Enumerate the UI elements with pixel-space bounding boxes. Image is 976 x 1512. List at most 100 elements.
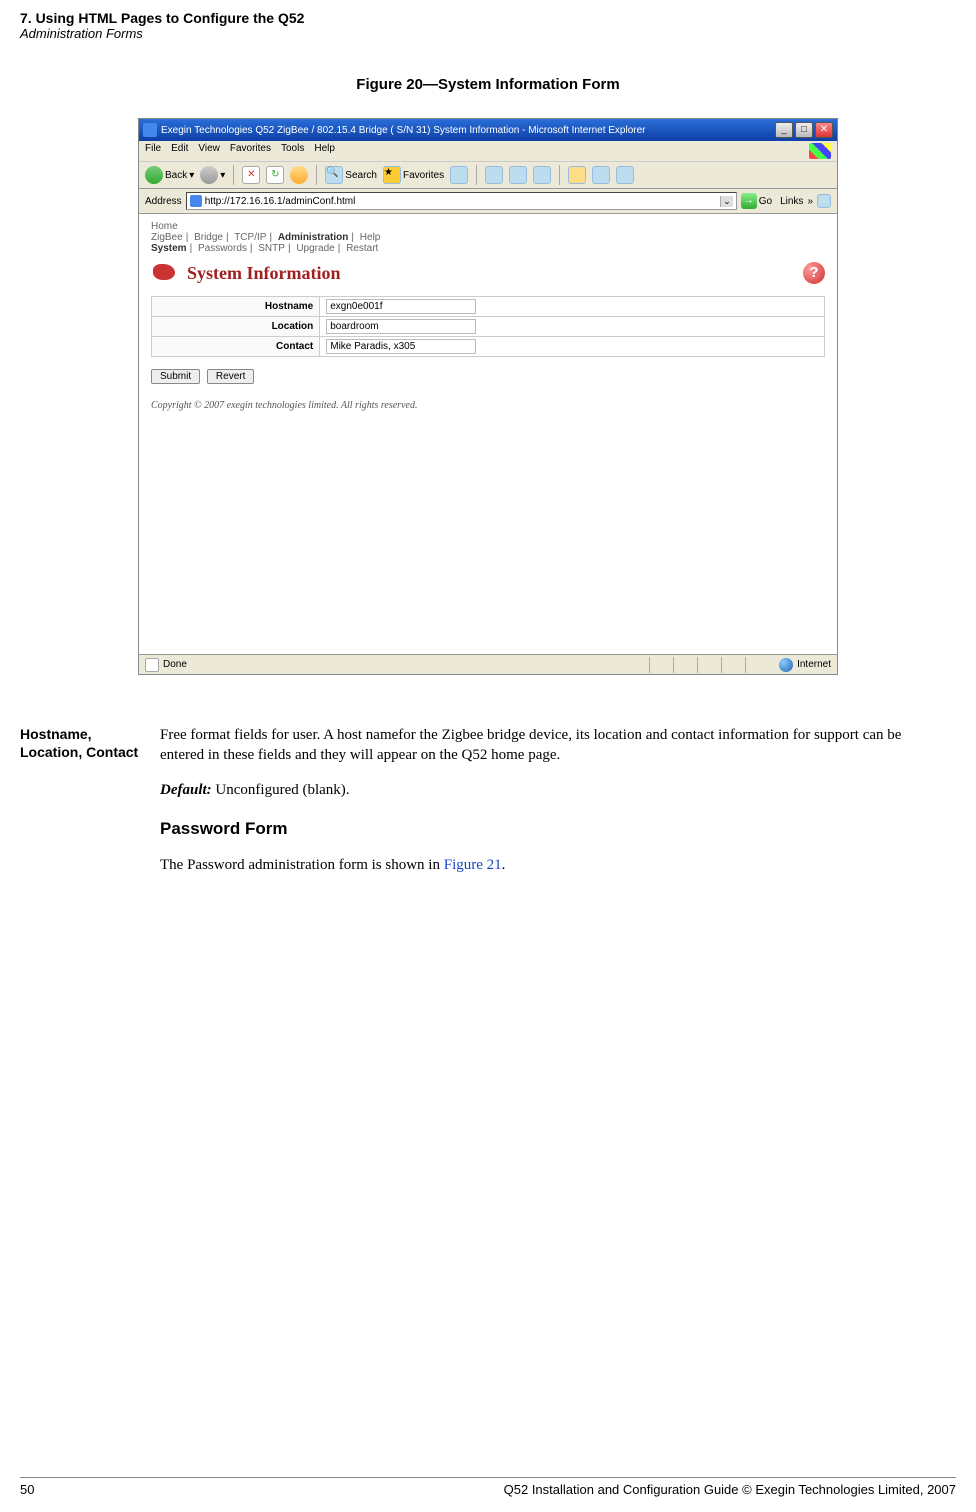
help-icon[interactable]: ? bbox=[803, 262, 825, 284]
menu-file[interactable]: File bbox=[145, 143, 161, 159]
toolbar-divider bbox=[476, 165, 477, 185]
copyright-text: Copyright © 2007 exegin technologies lim… bbox=[139, 390, 837, 421]
figure-caption: Figure 20—System Information Form bbox=[0, 76, 976, 93]
maximize-button[interactable]: □ bbox=[795, 122, 813, 138]
browser-window: Exegin Technologies Q52 ZigBee / 802.15.… bbox=[138, 118, 838, 675]
table-row: Location bbox=[152, 317, 825, 337]
zone-text: Internet bbox=[797, 659, 831, 670]
status-cell bbox=[649, 657, 673, 673]
nav-help-link[interactable]: Help bbox=[360, 232, 381, 243]
links-label[interactable]: Links bbox=[780, 196, 803, 207]
history-button[interactable] bbox=[450, 166, 468, 184]
ie-page-icon bbox=[190, 195, 202, 207]
figure-reference-link[interactable]: Figure 21 bbox=[444, 857, 502, 873]
address-dropdown[interactable]: ⌄ bbox=[720, 196, 733, 207]
address-label: Address bbox=[145, 196, 182, 207]
section-subtitle: Administration Forms bbox=[20, 26, 956, 41]
go-icon: → bbox=[741, 193, 757, 209]
footer-text: Q52 Installation and Configuration Guide… bbox=[504, 1482, 956, 1497]
nav-zigbee-link[interactable]: ZigBee bbox=[151, 232, 183, 243]
contact-label: Contact bbox=[152, 337, 320, 357]
nav-sntp-link[interactable]: SNTP bbox=[258, 243, 285, 254]
favorites-button[interactable]: ★ Favorites bbox=[383, 166, 444, 184]
default-value: Unconfigured (blank). bbox=[212, 782, 350, 798]
hostname-input[interactable] bbox=[326, 299, 476, 314]
paragraph-password-form: The Password administration form is show… bbox=[160, 855, 926, 875]
search-icon: 🔍 bbox=[325, 166, 343, 184]
forward-icon bbox=[200, 166, 218, 184]
discuss-button[interactable] bbox=[592, 166, 610, 184]
minimize-button[interactable]: _ bbox=[775, 122, 793, 138]
menu-favorites[interactable]: Favorites bbox=[230, 143, 271, 159]
back-icon bbox=[145, 166, 163, 184]
stop-button[interactable]: ✕ bbox=[242, 166, 260, 184]
menu-help[interactable]: Help bbox=[314, 143, 335, 159]
page-footer: 50 Q52 Installation and Configuration Gu… bbox=[20, 1477, 956, 1497]
page-status-icon bbox=[145, 658, 159, 672]
menu-tools[interactable]: Tools bbox=[281, 143, 304, 159]
windows-flag-icon bbox=[809, 143, 831, 159]
toolbar-divider bbox=[316, 165, 317, 185]
margin-label: Hostname, Location, Contact bbox=[20, 725, 140, 889]
page-number: 50 bbox=[20, 1482, 34, 1497]
mail-button[interactable] bbox=[485, 166, 503, 184]
location-input[interactable] bbox=[326, 319, 476, 334]
close-button[interactable]: ✕ bbox=[815, 122, 833, 138]
menu-edit[interactable]: Edit bbox=[171, 143, 188, 159]
page-content: Home ZigBee| Bridge| TCP/IP| Administrat… bbox=[139, 214, 837, 654]
forward-button[interactable]: ▾ bbox=[200, 166, 225, 184]
addressbar: Address ⌄ → Go Links » bbox=[139, 189, 837, 214]
back-button[interactable]: Back ▾ bbox=[145, 166, 194, 184]
status-cell bbox=[721, 657, 745, 673]
internet-zone-icon bbox=[779, 658, 793, 672]
print-button[interactable] bbox=[509, 166, 527, 184]
table-row: Hostname bbox=[152, 297, 825, 317]
edit-button[interactable] bbox=[533, 166, 551, 184]
refresh-button[interactable]: ↻ bbox=[266, 166, 284, 184]
nav-tcpip-link[interactable]: TCP/IP bbox=[234, 232, 266, 243]
paragraph-default: Default: Unconfigured (blank). bbox=[160, 780, 926, 800]
links-chevron-icon[interactable]: » bbox=[807, 196, 813, 207]
menubar: File Edit View Favorites Tools Help bbox=[139, 141, 837, 161]
table-row: Contact bbox=[152, 337, 825, 357]
window-titlebar: Exegin Technologies Q52 ZigBee / 802.15.… bbox=[139, 119, 837, 141]
breadcrumb-nav: Home ZigBee| Bridge| TCP/IP| Administrat… bbox=[139, 215, 837, 256]
menu-view[interactable]: View bbox=[198, 143, 220, 159]
contact-input[interactable] bbox=[326, 339, 476, 354]
nav-bridge-link[interactable]: Bridge bbox=[194, 232, 223, 243]
nav-home-link[interactable]: Home bbox=[151, 221, 825, 232]
status-cell bbox=[697, 657, 721, 673]
default-label: Default: bbox=[160, 782, 212, 798]
messenger-button[interactable] bbox=[616, 166, 634, 184]
star-icon: ★ bbox=[383, 166, 401, 184]
home-button[interactable] bbox=[290, 166, 308, 184]
toolbar: Back ▾ ▾ ✕ ↻ 🔍 Search ★ Favorites bbox=[139, 161, 837, 189]
status-cell bbox=[745, 657, 769, 673]
search-button[interactable]: 🔍 Search bbox=[325, 166, 377, 184]
toolbar-divider bbox=[233, 165, 234, 185]
exegin-logo-icon bbox=[151, 262, 179, 284]
section-heading: Password Form bbox=[160, 818, 926, 841]
window-title: Exegin Technologies Q52 ZigBee / 802.15.… bbox=[161, 125, 646, 136]
links-extra-icon[interactable] bbox=[817, 194, 831, 208]
ie-icon bbox=[143, 123, 157, 137]
nav-system-link[interactable]: System bbox=[151, 243, 187, 254]
hostname-label: Hostname bbox=[152, 297, 320, 317]
location-label: Location bbox=[152, 317, 320, 337]
paragraph-hostname: Free format fields for user. A host name… bbox=[160, 725, 926, 766]
status-cell bbox=[673, 657, 697, 673]
address-input[interactable] bbox=[205, 196, 721, 207]
screenshot-figure: Exegin Technologies Q52 ZigBee / 802.15.… bbox=[0, 118, 976, 675]
nav-restart-link[interactable]: Restart bbox=[346, 243, 378, 254]
revert-button[interactable]: Revert bbox=[207, 369, 254, 384]
system-info-form: Hostname Location Contact bbox=[151, 296, 825, 357]
submit-button[interactable]: Submit bbox=[151, 369, 200, 384]
folder-button[interactable] bbox=[568, 166, 586, 184]
nav-upgrade-link[interactable]: Upgrade bbox=[296, 243, 334, 254]
statusbar: Done Internet bbox=[139, 654, 837, 674]
status-text: Done bbox=[163, 659, 187, 670]
go-button[interactable]: → Go bbox=[741, 193, 772, 209]
nav-passwords-link[interactable]: Passwords bbox=[198, 243, 247, 254]
chapter-title: 7. Using HTML Pages to Configure the Q52 bbox=[20, 10, 956, 26]
nav-administration-link[interactable]: Administration bbox=[278, 232, 349, 243]
